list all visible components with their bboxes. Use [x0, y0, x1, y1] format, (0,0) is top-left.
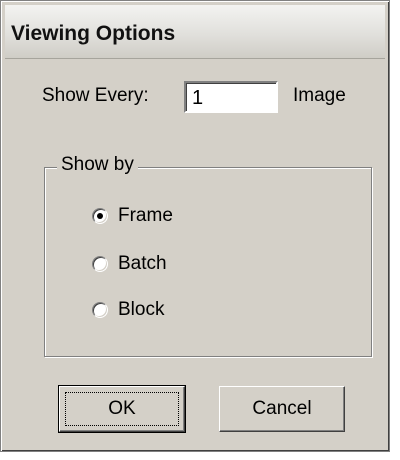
ok-button-label: OK — [108, 398, 136, 419]
radio-selected-dot-icon — [97, 213, 103, 219]
viewing-options-dialog: Viewing Options Show Every: 1 Image Show… — [0, 0, 390, 452]
radio-frame-button[interactable] — [92, 208, 108, 224]
cancel-button-label: Cancel — [252, 398, 312, 419]
show-by-legend: Show by — [57, 154, 138, 176]
radio-frame[interactable]: Frame — [92, 203, 173, 229]
radio-batch-button[interactable] — [92, 256, 108, 272]
show-every-label: Show Every: — [42, 85, 149, 106]
radio-batch[interactable]: Batch — [92, 251, 167, 277]
radio-batch-label[interactable]: Batch — [118, 253, 167, 275]
ok-button[interactable]: OK — [58, 385, 186, 433]
image-unit-label: Image — [293, 85, 346, 106]
radio-block[interactable]: Block — [92, 297, 164, 323]
radio-block-button[interactable] — [92, 302, 108, 318]
title-bar[interactable]: Viewing Options — [5, 5, 385, 59]
show-every-input[interactable]: 1 — [184, 81, 278, 113]
dialog-title: Viewing Options — [11, 22, 176, 45]
radio-frame-label[interactable]: Frame — [118, 205, 173, 227]
cancel-button[interactable]: Cancel — [219, 386, 345, 432]
radio-block-label[interactable]: Block — [118, 299, 164, 321]
